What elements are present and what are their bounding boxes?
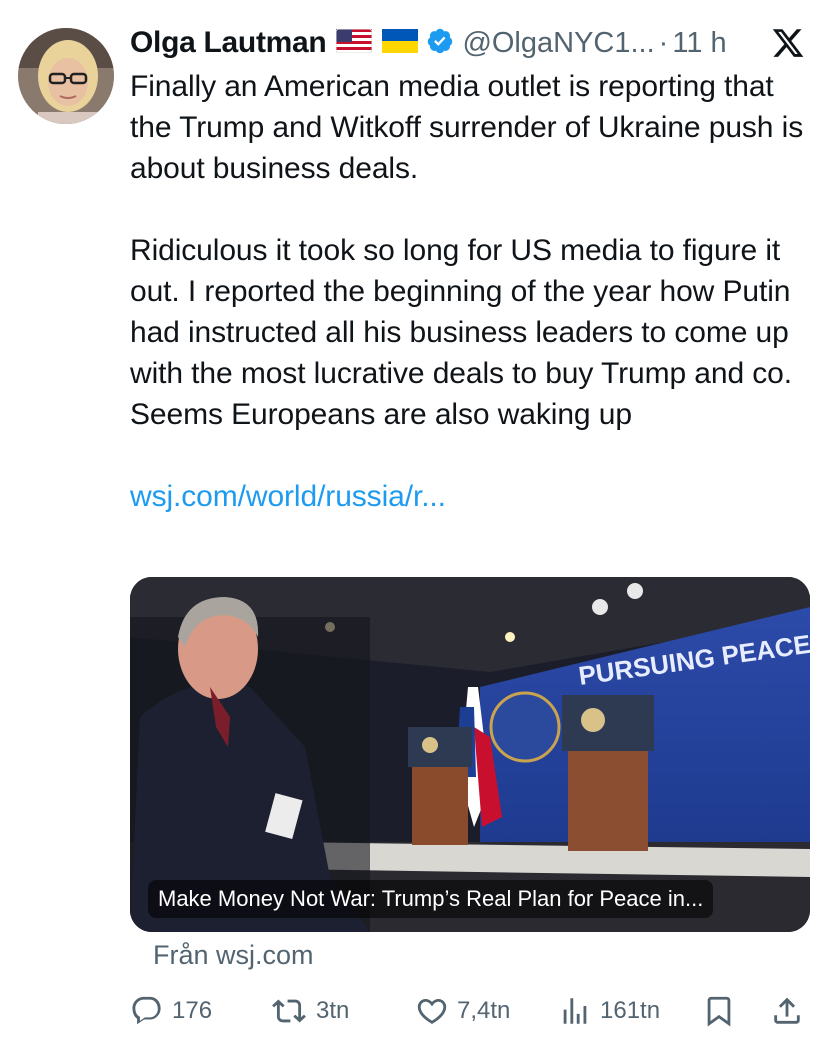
action-bar: 176 3tn 7,4tn 161tn <box>130 990 820 1032</box>
bookmark-button[interactable] <box>702 990 736 1032</box>
like-button[interactable]: 7,4tn <box>415 990 510 1032</box>
tweet-paragraph-2: Ridiculous it took so long for US media … <box>130 234 792 431</box>
verified-badge-icon[interactable] <box>426 27 454 60</box>
like-count: 7,4tn <box>457 997 511 1024</box>
reply-button[interactable]: 176 <box>130 990 212 1032</box>
share-button[interactable] <box>770 990 804 1032</box>
tweet-text: Finally an American media outlet is repo… <box>130 66 820 517</box>
repost-count: 3tn <box>316 997 350 1024</box>
card-image: PURSUING PEACE <box>130 577 810 932</box>
share-icon <box>774 997 800 1024</box>
timestamp[interactable]: 11 h <box>672 27 726 60</box>
views-button[interactable]: 161tn <box>558 990 660 1032</box>
repost-button[interactable]: 3tn <box>270 990 349 1032</box>
link-preview-card[interactable]: PURSUING PEACE Make Money Not War: Trump… <box>130 577 810 932</box>
avatar[interactable] <box>18 28 114 124</box>
tweet-link[interactable]: wsj.com/world/russia/r... <box>130 480 446 513</box>
us-flag-icon <box>335 28 373 58</box>
avatar-photo <box>18 28 114 124</box>
separator-dot: · <box>658 26 669 59</box>
card-source[interactable]: Från wsj.com <box>153 940 314 971</box>
author-name[interactable]: Olga Lautman <box>130 26 327 60</box>
card-caption: Make Money Not War: Trump’s Real Plan fo… <box>148 880 714 918</box>
author-handle[interactable]: @OlgaNYC1... <box>462 27 654 60</box>
repost-icon <box>272 999 306 1023</box>
views-count: 161tn <box>600 997 661 1024</box>
heart-icon <box>417 998 447 1024</box>
reply-count: 176 <box>172 997 213 1024</box>
x-logo-icon[interactable] <box>770 26 806 65</box>
views-icon <box>563 998 587 1024</box>
tweet-header: Olga Lautman @OlgaNYC1... · 11 h <box>130 22 810 64</box>
reply-icon <box>132 996 161 1025</box>
bookmark-icon <box>707 996 731 1027</box>
tweet-paragraph-1: Finally an American media outlet is repo… <box>130 70 804 185</box>
ukraine-flag-icon <box>382 28 419 58</box>
